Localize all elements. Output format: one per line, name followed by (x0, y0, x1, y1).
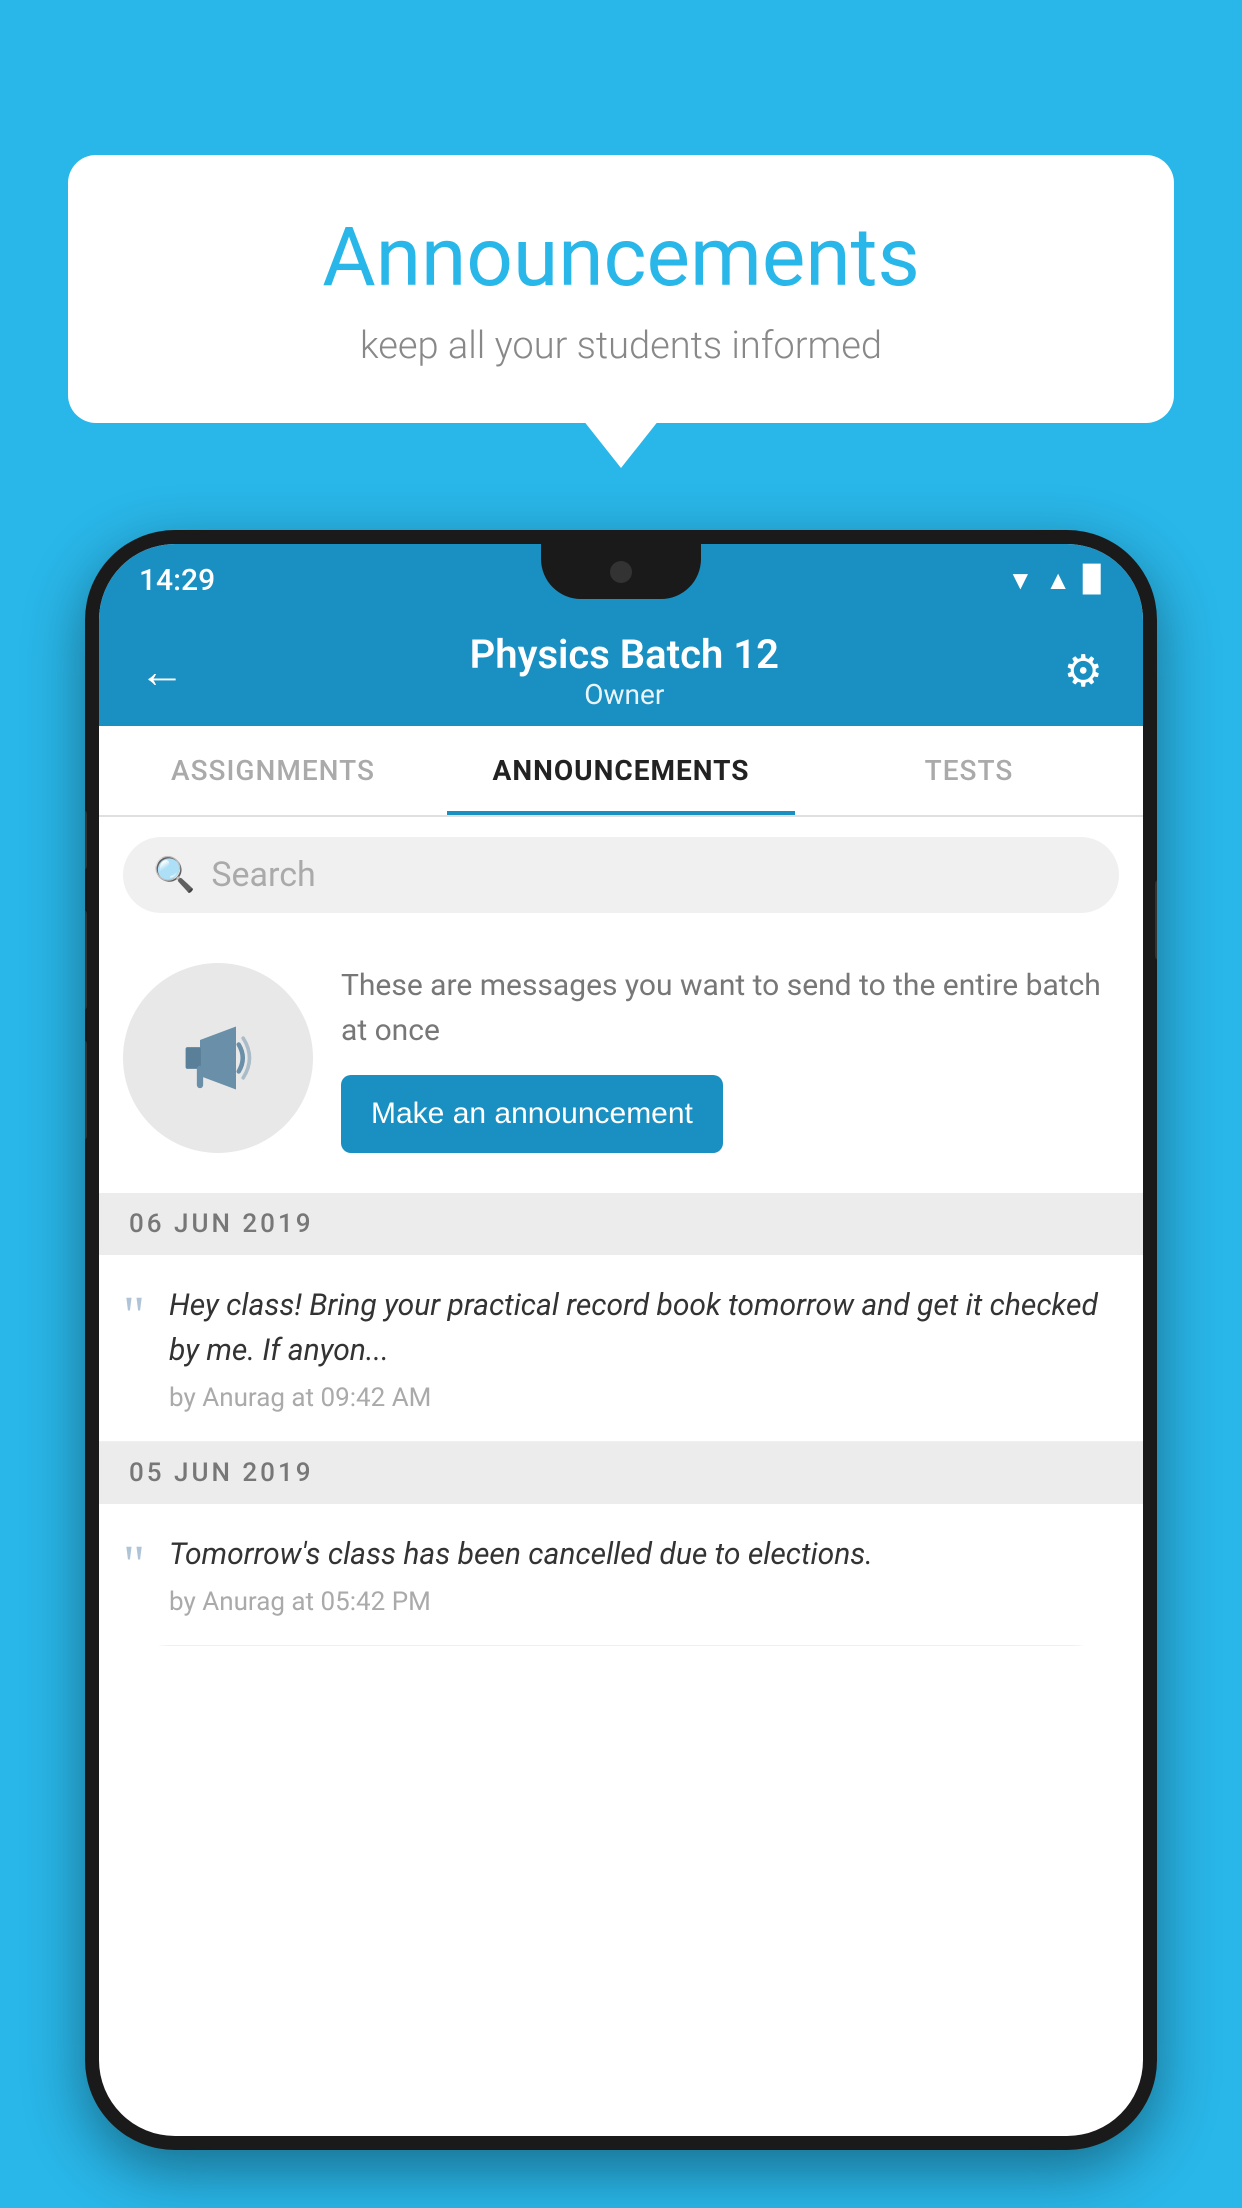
status-icons: ▼ ▲ ▉ (1008, 565, 1103, 596)
app-header: ← Physics Batch 12 Owner ⚙ (99, 616, 1143, 726)
phone-inner: 14:29 ▼ ▲ ▉ ← Physics Batch 12 Owner ⚙ A… (99, 544, 1143, 2136)
speech-bubble: Announcements keep all your students inf… (68, 155, 1174, 423)
front-camera (610, 561, 632, 583)
wifi-icon: ▼ (1008, 565, 1034, 596)
phone-frame: 14:29 ▼ ▲ ▉ ← Physics Batch 12 Owner ⚙ A… (85, 530, 1157, 2150)
date-separator-1: 06 JUN 2019 (99, 1193, 1143, 1255)
search-placeholder: Search (211, 855, 315, 895)
tab-tests[interactable]: TESTS (795, 726, 1143, 815)
promo-icon-circle (123, 963, 313, 1153)
announcement-text-2: Tomorrow's class has been cancelled due … (169, 1532, 1119, 1577)
battery-icon: ▉ (1083, 565, 1103, 595)
volume-silent-button (85, 810, 87, 870)
make-announcement-button[interactable]: Make an announcement (341, 1075, 723, 1153)
bubble-title: Announcements (128, 210, 1114, 306)
settings-button[interactable]: ⚙ (1054, 635, 1113, 707)
announcement-promo: These are messages you want to send to t… (99, 933, 1143, 1193)
announcement-text-1: Hey class! Bring your practical record b… (169, 1283, 1119, 1373)
header-title-group: Physics Batch 12 Owner (195, 631, 1054, 711)
announcement-meta-1: by Anurag at 09:42 AM (169, 1383, 1119, 1413)
header-subtitle: Owner (195, 678, 1054, 711)
tab-announcements[interactable]: ANNOUNCEMENTS (447, 726, 795, 815)
promo-description: These are messages you want to send to t… (341, 963, 1119, 1053)
tabs-container: ASSIGNMENTS ANNOUNCEMENTS TESTS (99, 726, 1143, 817)
phone-screen: 🔍 Search (99, 817, 1143, 1646)
back-button[interactable]: ← (129, 634, 195, 709)
phone-notch (541, 544, 701, 599)
header-title: Physics Batch 12 (195, 631, 1054, 678)
promo-content: These are messages you want to send to t… (313, 963, 1119, 1153)
quote-icon-2: " (123, 1537, 145, 1591)
bubble-subtitle: keep all your students informed (128, 324, 1114, 368)
speech-bubble-container: Announcements keep all your students inf… (68, 155, 1174, 423)
phone-wrapper: 14:29 ▼ ▲ ▉ ← Physics Batch 12 Owner ⚙ A… (85, 530, 1157, 2208)
quote-icon-1: " (123, 1288, 145, 1342)
signal-icon: ▲ (1045, 565, 1071, 596)
volume-down-button (85, 1040, 87, 1140)
announcement-content-1: Hey class! Bring your practical record b… (169, 1283, 1119, 1413)
date-separator-2: 05 JUN 2019 (99, 1442, 1143, 1504)
status-time: 14:29 (139, 563, 215, 598)
power-button (1155, 880, 1157, 960)
announcement-item-1[interactable]: " Hey class! Bring your practical record… (99, 1255, 1143, 1442)
tab-assignments[interactable]: ASSIGNMENTS (99, 726, 447, 815)
announcement-meta-2: by Anurag at 05:42 PM (169, 1587, 1119, 1617)
megaphone-icon (173, 1013, 263, 1103)
search-bar[interactable]: 🔍 Search (123, 837, 1119, 913)
announcement-item-2[interactable]: " Tomorrow's class has been cancelled du… (99, 1504, 1143, 1646)
volume-up-button (85, 910, 87, 1010)
search-icon: 🔍 (153, 855, 195, 895)
search-bar-wrap: 🔍 Search (99, 817, 1143, 933)
announcement-content-2: Tomorrow's class has been cancelled due … (169, 1532, 1119, 1617)
